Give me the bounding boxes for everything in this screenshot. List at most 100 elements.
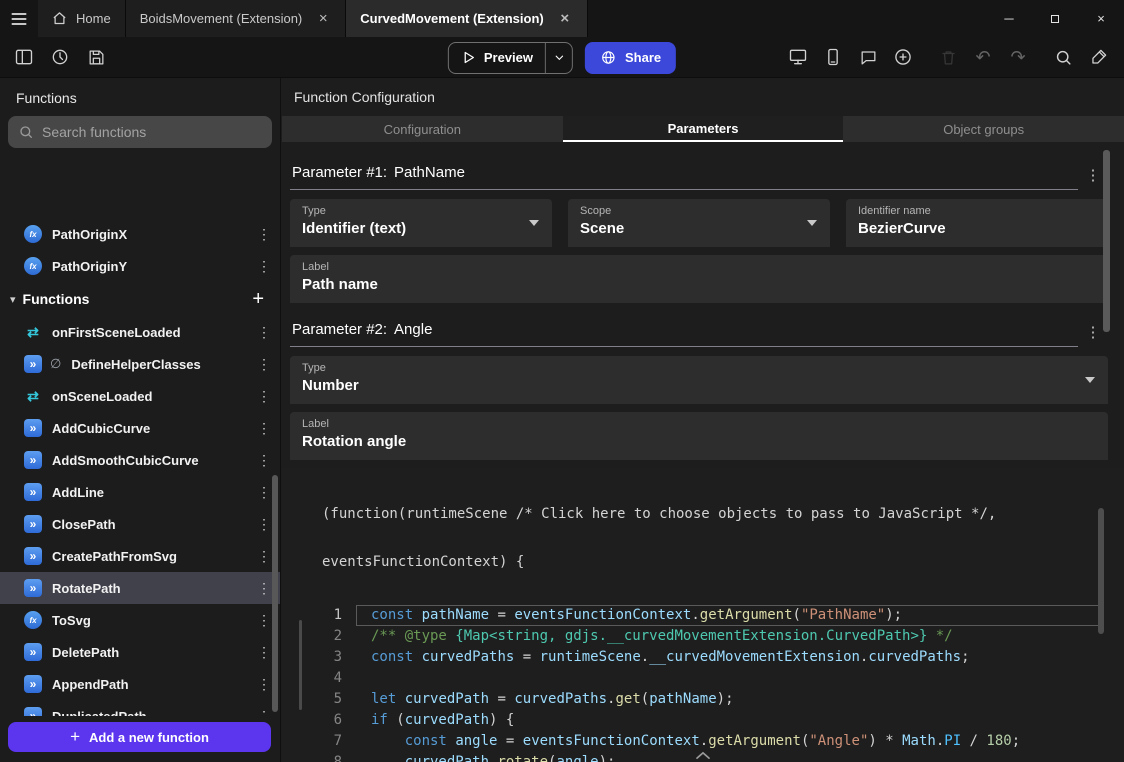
list-item[interactable]: » CreatePathFromSvg ⋮ — [0, 540, 280, 572]
item-menu-icon[interactable]: ⋮ — [254, 516, 274, 533]
share-button[interactable]: Share — [585, 42, 676, 74]
toolbar: Preview Share — [0, 37, 1124, 78]
list-item[interactable]: » AddCubicCurve ⋮ — [0, 412, 280, 444]
code-editor-body[interactable]: 1const pathName = eventsFunctionContext.… — [282, 605, 1124, 762]
minimize-button[interactable]: ─ — [986, 0, 1032, 37]
scope-select[interactable]: Scope Scene — [568, 199, 830, 247]
plus-icon: + — [70, 727, 80, 747]
item-menu-icon[interactable]: ⋮ — [254, 388, 274, 405]
code-line[interactable]: 3const curvedPaths = runtimeScene.__curv… — [282, 647, 1124, 668]
list-item[interactable]: » AddSmoothCubicCurve ⋮ — [0, 444, 280, 476]
tab-label: CurvedMovement (Extension) — [360, 11, 543, 26]
close-window-button[interactable]: × — [1078, 0, 1124, 37]
collapse-editor-button[interactable] — [695, 751, 711, 760]
parameter-name-field[interactable]: Parameter #2: Angle — [290, 315, 1078, 347]
feedback-icon[interactable] — [854, 43, 882, 71]
code-line[interactable]: 2/** @type {Map<string, gdjs.__curvedMov… — [282, 626, 1124, 647]
tab-configuration[interactable]: Configuration — [282, 116, 563, 142]
code-line[interactable]: 6if (curvedPath) { — [282, 710, 1124, 731]
function-name: PathOriginY — [52, 259, 244, 274]
list-item[interactable]: » DeletePath ⋮ — [0, 636, 280, 668]
parameter-name: PathName — [394, 164, 465, 181]
list-item[interactable]: fx PathOriginY ⋮ — [0, 250, 280, 282]
undo-icon[interactable]: ↶ — [969, 43, 997, 71]
search-input[interactable] — [42, 124, 262, 140]
token: curvedPaths — [868, 649, 961, 665]
theme-icon[interactable] — [1084, 43, 1112, 71]
function-name: ClosePath — [52, 517, 244, 532]
tab-parameters[interactable]: Parameters — [563, 116, 844, 142]
item-menu-icon[interactable]: ⋮ — [254, 356, 274, 373]
code-text — [356, 668, 1124, 689]
close-tab-icon[interactable]: × — [315, 10, 331, 27]
project-manager-icon[interactable] — [10, 43, 38, 71]
item-menu-icon[interactable]: ⋮ — [254, 484, 274, 501]
item-menu-icon[interactable]: ⋮ — [254, 644, 274, 661]
item-menu-icon[interactable]: ⋮ — [254, 580, 274, 597]
tab-object-groups[interactable]: Object groups — [843, 116, 1124, 142]
item-menu-icon[interactable]: ⋮ — [254, 612, 274, 629]
functions-section-header[interactable]: ▾ Functions + — [0, 282, 280, 316]
code-line[interactable]: 5let curvedPath = curvedPaths.get(pathNa… — [282, 689, 1124, 710]
identifier-name-field[interactable]: Identifier name BezierCurve — [846, 199, 1108, 247]
list-item[interactable]: fx ToSvg ⋮ — [0, 604, 280, 636]
item-menu-icon[interactable]: ⋮ — [254, 548, 274, 565]
save-icon[interactable] — [82, 43, 110, 71]
list-item[interactable]: » AddLine ⋮ — [0, 476, 280, 508]
preview-button-main[interactable]: Preview — [449, 50, 545, 65]
label-field[interactable]: Label Path name — [290, 255, 1108, 303]
export-game-icon[interactable] — [784, 43, 812, 71]
tab-home[interactable]: Home — [38, 0, 126, 37]
add-new-function-button[interactable]: + Add a new function — [8, 722, 271, 752]
search-icon[interactable] — [1049, 43, 1077, 71]
code-line[interactable]: 7 const angle = eventsFunctionContext.ge… — [282, 731, 1124, 752]
type-select[interactable]: Type Number — [290, 356, 1108, 404]
maximize-button[interactable] — [1032, 0, 1078, 37]
line-number: 3 — [282, 647, 356, 668]
list-item[interactable]: » AppendPath ⋮ — [0, 668, 280, 700]
label-field[interactable]: Label Rotation angle — [290, 412, 1108, 460]
editor-scrollbar[interactable] — [1098, 508, 1104, 634]
token: curvedPath — [405, 754, 489, 762]
search-functions-box[interactable] — [8, 116, 272, 148]
redo-icon[interactable]: ↷ — [1004, 43, 1032, 71]
item-menu-icon[interactable]: ⋮ — [254, 258, 274, 275]
item-menu-icon[interactable]: ⋮ — [254, 226, 274, 243]
item-menu-icon[interactable]: ⋮ — [254, 452, 274, 469]
delete-icon[interactable] — [934, 43, 962, 71]
preview-button[interactable]: Preview — [448, 42, 573, 74]
list-item[interactable]: ⇄ onFirstSceneLoaded ⋮ — [0, 316, 280, 348]
history-icon[interactable] — [46, 43, 74, 71]
pane-resize-handle[interactable] — [299, 620, 302, 710]
hamburger-menu-icon[interactable] — [0, 0, 38, 37]
token: getArgument — [700, 607, 793, 623]
list-item[interactable]: ⇄ onSceneLoaded ⋮ — [0, 380, 280, 412]
item-menu-icon[interactable]: ⋮ — [254, 676, 274, 693]
code-line[interactable]: 4 — [282, 668, 1124, 689]
type-select[interactable]: Type Identifier (text) — [290, 199, 552, 247]
item-menu-icon[interactable]: ⋮ — [254, 708, 274, 717]
close-tab-icon[interactable]: × — [557, 10, 573, 27]
list-item[interactable]: » DuplicatedPath ⋮ — [0, 700, 280, 716]
parameters-scrollbar[interactable] — [1103, 150, 1110, 332]
parameter-title: Parameter #2: — [292, 321, 387, 338]
parameter-name-field[interactable]: Parameter #1: PathName — [290, 158, 1078, 190]
function-icon: » — [24, 483, 42, 501]
list-item-selected[interactable]: » RotatePath ⋮ — [0, 572, 280, 604]
list-item[interactable]: fx PathOriginX ⋮ — [0, 224, 280, 250]
token: PI — [944, 733, 961, 749]
list-item[interactable]: » ClosePath ⋮ — [0, 508, 280, 540]
preview-options-button[interactable] — [546, 52, 572, 63]
item-menu-icon[interactable]: ⋮ — [254, 324, 274, 341]
mobile-preview-icon[interactable] — [819, 43, 847, 71]
tab-curvedmovement[interactable]: CurvedMovement (Extension) × — [346, 0, 587, 37]
add-element-icon[interactable] — [889, 43, 917, 71]
list-item[interactable]: » ∅ DefineHelperClasses ⋮ — [0, 348, 280, 380]
tab-boidsmovement[interactable]: BoidsMovement (Extension) × — [126, 0, 347, 37]
token: __curvedMovementExtension — [649, 649, 860, 665]
token: pathName — [422, 607, 489, 623]
add-function-icon[interactable]: + — [252, 288, 264, 311]
sidebar-scrollbar[interactable] — [272, 475, 278, 712]
item-menu-icon[interactable]: ⋮ — [254, 420, 274, 437]
code-line[interactable]: 1const pathName = eventsFunctionContext.… — [282, 605, 1124, 626]
